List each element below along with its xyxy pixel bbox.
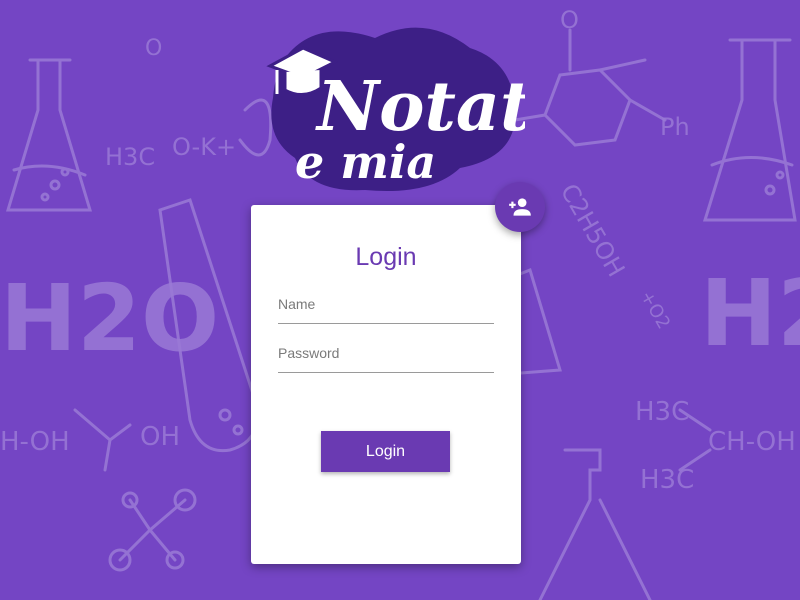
login-title: Login xyxy=(355,243,417,271)
svg-text:H2: H2 xyxy=(700,260,800,367)
svg-text:H3C: H3C xyxy=(105,143,155,171)
register-button[interactable] xyxy=(495,182,545,232)
svg-text:H3C: H3C xyxy=(635,397,689,427)
svg-text:Ph: Ph xyxy=(660,113,690,141)
logo-text-line2: e mia xyxy=(295,135,436,189)
name-input[interactable] xyxy=(278,289,494,324)
app-logo: Notat e mia xyxy=(255,18,531,198)
login-button[interactable]: Login xyxy=(321,431,450,472)
svg-text:C2H5OH: C2H5OH xyxy=(555,179,630,282)
svg-text:O-K+: O-K+ xyxy=(172,133,236,161)
password-input[interactable] xyxy=(278,338,494,373)
svg-text:+O2: +O2 xyxy=(636,287,675,333)
svg-text:O: O xyxy=(560,6,579,34)
svg-text:CH-OH: CH-OH xyxy=(708,427,796,457)
svg-text:O: O xyxy=(145,36,162,61)
svg-text:H-OH: H-OH xyxy=(0,427,70,457)
svg-text:H3C: H3C xyxy=(640,465,694,495)
svg-text:OH: OH xyxy=(140,422,180,452)
add-user-icon xyxy=(509,198,531,216)
login-card: Login Login xyxy=(251,205,521,564)
svg-text:H2O: H2O xyxy=(0,265,219,372)
